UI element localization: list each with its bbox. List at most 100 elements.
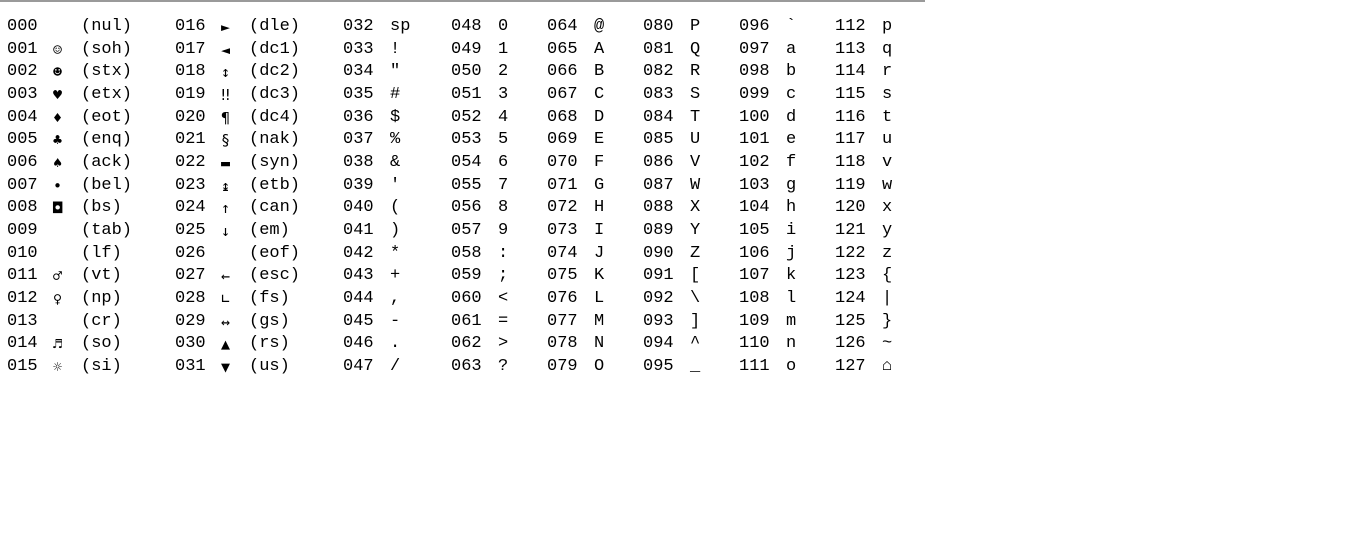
ascii-abbreviation: (lf) [81, 243, 122, 263]
ascii-abbreviation: (us) [249, 356, 290, 376]
ascii-glyph: y [882, 220, 893, 240]
ascii-code: 125 [835, 311, 866, 331]
ascii-glyph: ☻ [53, 63, 63, 82]
ascii-glyph: A [594, 39, 605, 59]
ascii-abbreviation: (vt) [81, 266, 122, 286]
ascii-code: 123 [835, 266, 866, 286]
ascii-glyph: . [390, 334, 401, 354]
ascii-glyph: ► [221, 18, 231, 36]
ascii-code: 086 [643, 152, 674, 172]
ascii-code: 046 [343, 334, 374, 354]
ascii-code: 022 [175, 152, 206, 172]
ascii-abbreviation: (syn) [249, 152, 301, 172]
ascii-code: 080 [643, 17, 674, 36]
ascii-code: 032 [343, 17, 374, 36]
ascii-code: 051 [451, 84, 482, 104]
ascii-glyph: • [53, 176, 63, 195]
ascii-code: 002 [7, 62, 38, 82]
ascii-abbreviation: (nul) [81, 17, 133, 36]
ascii-code: 004 [7, 107, 38, 127]
ascii-glyph: a [786, 39, 797, 59]
ascii-code: 055 [451, 175, 482, 195]
ascii-abbreviation: (so) [81, 334, 122, 354]
ascii-glyph: ∟ [221, 289, 231, 308]
ascii-glyph: ⌂ [882, 356, 893, 376]
ascii-glyph: k [786, 266, 797, 286]
ascii-glyph: ♥ [53, 85, 63, 104]
ascii-glyph: ? [498, 356, 509, 376]
ascii-code: 072 [547, 198, 578, 218]
ascii-code: 061 [451, 311, 482, 331]
ascii-glyph: f [786, 152, 797, 172]
ascii-code: 010 [7, 243, 38, 263]
ascii-code: 059 [451, 266, 482, 286]
ascii-glyph: Q [690, 39, 701, 59]
ascii-code: 078 [547, 334, 578, 354]
ascii-code: 020 [175, 107, 206, 127]
ascii-code: 077 [547, 311, 578, 331]
ascii-abbreviation: (eof) [249, 243, 301, 263]
ascii-glyph: m [786, 311, 797, 331]
ascii-code: 003 [7, 84, 38, 104]
ascii-code: 011 [7, 266, 38, 286]
ascii-code: 008 [7, 198, 38, 218]
ascii-code: 067 [547, 84, 578, 104]
ascii-glyph: ◄ [221, 40, 231, 59]
ascii-code: 027 [175, 266, 206, 286]
ascii-code: 075 [547, 266, 578, 286]
ascii-abbreviation: (bel) [81, 175, 133, 195]
ascii-glyph: I [594, 220, 605, 240]
ascii-code: 043 [343, 266, 374, 286]
ascii-code: 076 [547, 288, 578, 308]
ascii-code: 114 [835, 62, 866, 82]
ascii-glyph: ! [390, 39, 401, 59]
ascii-abbreviation: (em) [249, 220, 290, 240]
ascii-glyph: 0 [498, 17, 509, 36]
ascii-code: 007 [7, 175, 38, 195]
ascii-glyph: v [882, 152, 893, 172]
ascii-glyph: { [882, 266, 893, 286]
ascii-glyph: ↑ [221, 199, 231, 218]
ascii-abbreviation: (tab) [81, 220, 133, 240]
ascii-glyph: Y [690, 220, 701, 240]
ascii-code: 039 [343, 175, 374, 195]
ascii-code: 074 [547, 243, 578, 263]
ascii-code: 009 [7, 220, 38, 240]
ascii-code: 081 [643, 39, 674, 59]
ascii-abbreviation: (etx) [81, 84, 133, 104]
ascii-glyph: P [690, 17, 701, 36]
ascii-glyph: i [786, 220, 797, 240]
ascii-code: 006 [7, 152, 38, 172]
ascii-code: 126 [835, 334, 866, 354]
ascii-code: 120 [835, 198, 866, 218]
ascii-code: 018 [175, 62, 206, 82]
ascii-code: 065 [547, 39, 578, 59]
ascii-abbreviation: (dc2) [249, 62, 301, 82]
ascii-glyph: g [786, 175, 797, 195]
ascii-abbreviation: (rs) [249, 334, 290, 354]
ascii-code: 106 [739, 243, 770, 263]
ascii-glyph: ; [498, 266, 509, 286]
ascii-glyph: h [786, 198, 797, 218]
ascii-glyph: ♂ [53, 267, 63, 286]
ascii-glyph: E [594, 130, 605, 150]
ascii-glyph: ` [786, 17, 797, 36]
ascii-code: 023 [175, 175, 206, 195]
ascii-glyph: : [498, 243, 509, 263]
ascii-code: 101 [739, 130, 770, 150]
ascii-code: 035 [343, 84, 374, 104]
ascii-code: 048 [451, 17, 482, 36]
ascii-glyph: T [690, 107, 701, 127]
ascii-abbreviation: (dc4) [249, 107, 301, 127]
ascii-glyph: S [690, 84, 701, 104]
ascii-glyph: ◘ [53, 199, 63, 218]
ascii-glyph: W [690, 175, 701, 195]
ascii-code: 054 [451, 152, 482, 172]
ascii-glyph: ♣ [53, 131, 63, 150]
ascii-code: 096 [739, 17, 770, 36]
ascii-code: 097 [739, 39, 770, 59]
ascii-glyph: & [390, 152, 401, 172]
ascii-code: 116 [835, 107, 866, 127]
ascii-glyph: R [690, 62, 701, 82]
ascii-glyph: F [594, 152, 605, 172]
